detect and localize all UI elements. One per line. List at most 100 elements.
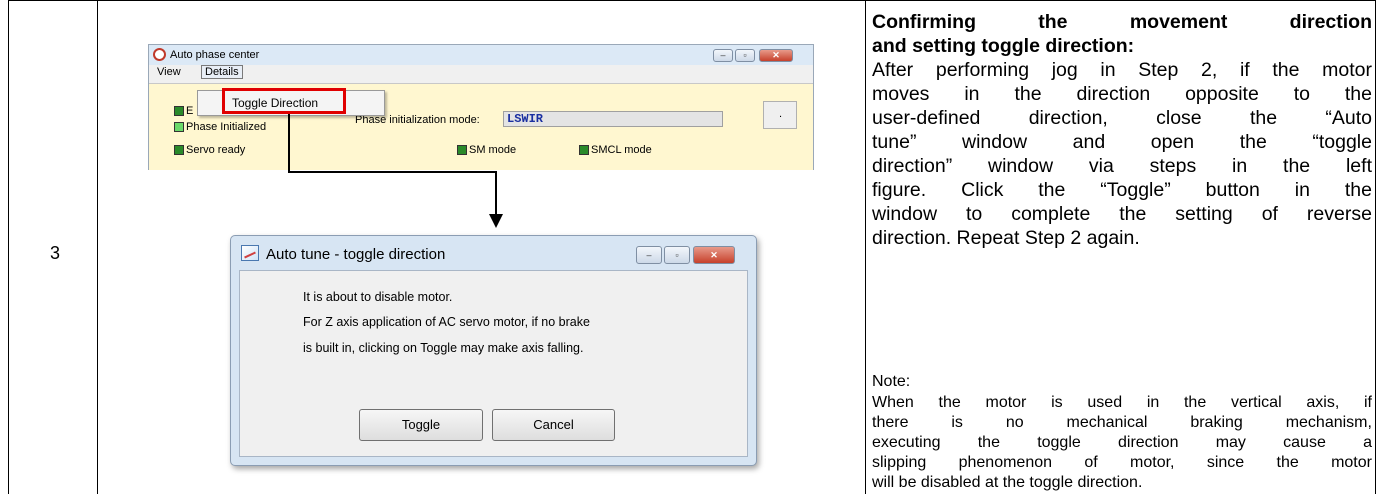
body-line: direction” window via steps in the left [872, 154, 1372, 178]
table-border-top [8, 0, 1376, 1]
body-word: window [962, 131, 1028, 153]
description-paragraph: After performing jog in Step 2, if the motor move… [872, 58, 1372, 250]
body-word: opposite [1185, 83, 1259, 105]
dialog-line-3: is built in, clicking on Toggle may make… [303, 341, 584, 355]
close-icon[interactable]: ✕ [693, 246, 735, 264]
note-word: is [951, 414, 963, 431]
body-word: via [1088, 155, 1114, 177]
menu-view[interactable]: View [154, 66, 184, 78]
body-word: user-defined [872, 107, 981, 129]
dialog-line-2: For Z axis application of AC servo motor… [303, 315, 590, 329]
body-word: the [1344, 83, 1372, 105]
body-word: and [1072, 131, 1106, 153]
minimize-icon[interactable]: – [713, 49, 733, 62]
body-word: reverse [1306, 203, 1372, 225]
note-word: may [1215, 434, 1246, 451]
body-word: if [1239, 59, 1250, 81]
note-line: will be disabled at the toggle direction… [872, 473, 1372, 493]
phase-initialized-icon [174, 122, 184, 132]
body-word: figure. [872, 179, 927, 201]
cancel-button[interactable]: Cancel [492, 409, 615, 441]
note-word: motor [985, 394, 1027, 411]
note-heading: Note: [872, 373, 911, 390]
body-line: window to complete the setting of reverse [872, 202, 1372, 226]
note-line: executing the toggle direction may cause a [872, 433, 1372, 453]
body-word: “Toggle” [1100, 179, 1171, 201]
table-divider-1 [97, 0, 98, 494]
body-word: window [872, 203, 938, 225]
body-word: Click [961, 179, 1004, 201]
body-word: window [988, 155, 1054, 177]
body-word: in [964, 83, 980, 105]
arrow-line [288, 171, 496, 173]
body-word: to [1293, 83, 1310, 105]
dialog-line-1: It is about to disable motor. [303, 290, 453, 304]
body-word: performing [935, 59, 1030, 81]
minimize-icon[interactable]: – [636, 246, 662, 264]
arrow-line [495, 171, 497, 216]
note-word: of [1084, 454, 1098, 471]
note-word: mechanism, [1285, 414, 1372, 431]
menu-details[interactable]: Details [201, 65, 243, 79]
body-word: button [1205, 179, 1260, 201]
note-paragraph: When the motor is used in the vertical axis, if th… [872, 393, 1372, 493]
body-word: direction” [872, 155, 953, 177]
body-word: Step [1138, 59, 1179, 81]
body-word: the [1283, 155, 1311, 177]
note-line: there is no mechanical braking mechanism, [872, 413, 1372, 433]
title-word: Confirming [872, 11, 976, 33]
note-word: will be disabled at the toggle direction… [872, 474, 1143, 491]
e-indicator-label: E [186, 105, 194, 117]
app-icon [153, 48, 166, 61]
note-word: motor, [1130, 454, 1175, 471]
body-line: tune” window and open the “toggle [872, 130, 1372, 154]
note-word: direction [1118, 434, 1179, 451]
body-line: direction. Repeat Step 2 again. [872, 226, 1372, 250]
dialog-title: Auto tune - toggle direction [266, 246, 446, 263]
note-word: toggle [1037, 434, 1081, 451]
note-word: slipping [872, 454, 927, 471]
body-word: the [1038, 179, 1066, 201]
body-word: the [1119, 203, 1147, 225]
window-title: Auto phase center [170, 49, 260, 61]
body-word: “toggle [1312, 131, 1372, 153]
body-word: to [965, 203, 983, 225]
body-line: user-defined direction, close the “Auto [872, 106, 1372, 130]
note-line: When the motor is used in the vertical axis, if [872, 393, 1372, 413]
body-word: “Auto [1325, 107, 1372, 129]
note-word: the [938, 394, 961, 411]
note-word: braking [1190, 414, 1243, 431]
dot-button[interactable]: . [763, 101, 797, 129]
note-line: slipping phenomenon of motor, since the motor [872, 453, 1372, 473]
phase-mode-field: LSWIR [503, 111, 723, 127]
body-line: figure. Click the “Toggle” button in the [872, 178, 1372, 202]
body-word: the [1249, 107, 1278, 129]
note-word: When [872, 394, 914, 411]
body-word: jog [1051, 59, 1078, 81]
note-word: in [1146, 394, 1160, 411]
servo-ready-label: Servo ready [186, 144, 246, 156]
body-word: the [1344, 179, 1372, 201]
phase-initialized-label: Phase Initialized [186, 121, 267, 133]
note-word: mechanical [1066, 414, 1148, 431]
maximize-icon[interactable]: ▫ [664, 246, 690, 264]
body-word: direction [1076, 83, 1151, 105]
arrow-line [288, 114, 290, 172]
title-word: movement [1129, 11, 1228, 33]
body-word: setting [1175, 203, 1233, 225]
servo-ready-icon [174, 145, 184, 155]
title-line-2: and setting toggle direction: [872, 35, 1135, 57]
smcl-mode-label: SMCL mode [591, 144, 652, 156]
note-word: if [1363, 394, 1372, 411]
note-word: the [1183, 394, 1207, 411]
title-word: the [1038, 11, 1068, 33]
table-border-right [1375, 0, 1376, 494]
window-titlebar: Auto phase center – ▫ ✕ [149, 45, 813, 65]
toggle-button[interactable]: Toggle [359, 409, 483, 441]
maximize-icon[interactable]: ▫ [735, 49, 755, 62]
note-word: vertical [1230, 394, 1282, 411]
table-border-left [8, 0, 9, 494]
close-icon[interactable]: ✕ [759, 49, 793, 62]
note-word: no [1005, 414, 1024, 431]
menu-bar: View Details [149, 65, 813, 84]
